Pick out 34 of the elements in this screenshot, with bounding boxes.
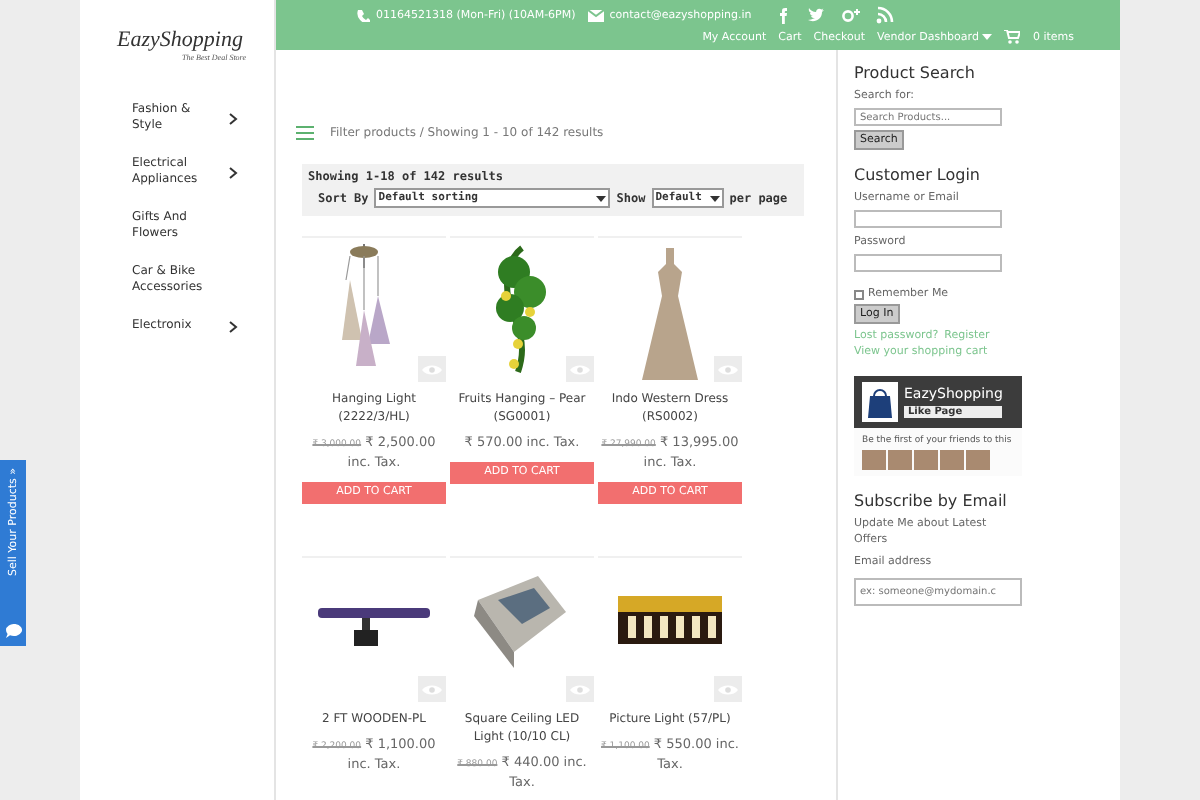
friend-avatar <box>862 450 886 470</box>
password-field[interactable] <box>854 254 1002 272</box>
quick-view-button[interactable] <box>418 356 446 382</box>
twitter-icon[interactable] <box>807 6 826 24</box>
quick-view-button[interactable] <box>418 676 446 702</box>
quick-view-button[interactable] <box>566 676 594 702</box>
widget-title: Subscribe by Email <box>854 492 1009 510</box>
caret-down-icon <box>709 195 720 201</box>
friend-avatar <box>888 450 912 470</box>
mail-icon <box>587 9 604 21</box>
eye-icon <box>718 683 738 695</box>
bag-icon <box>862 382 898 422</box>
eye-icon <box>422 683 442 695</box>
phone-icon <box>356 8 370 22</box>
rss-icon[interactable] <box>875 6 894 24</box>
eye-icon <box>570 363 590 375</box>
quick-view-button[interactable] <box>566 356 594 382</box>
google-plus-icon[interactable] <box>841 6 860 24</box>
caret-down-icon <box>596 195 607 201</box>
widget-title: Product Search <box>854 64 977 82</box>
quick-view-button[interactable] <box>714 356 742 382</box>
quick-view-button[interactable] <box>714 676 742 702</box>
cart-icon[interactable] <box>1004 30 1021 44</box>
chat-icon <box>5 624 21 638</box>
friend-avatar <box>940 450 964 470</box>
friend-avatar <box>966 450 990 470</box>
eye-icon <box>718 363 738 375</box>
eye-icon <box>422 363 442 375</box>
eye-icon <box>570 683 590 695</box>
menu-icon[interactable] <box>296 126 314 140</box>
username-field[interactable] <box>854 210 1002 228</box>
widget-title: Customer Login <box>854 166 982 184</box>
remember-checkbox[interactable] <box>854 289 864 299</box>
friend-avatar <box>914 450 938 470</box>
